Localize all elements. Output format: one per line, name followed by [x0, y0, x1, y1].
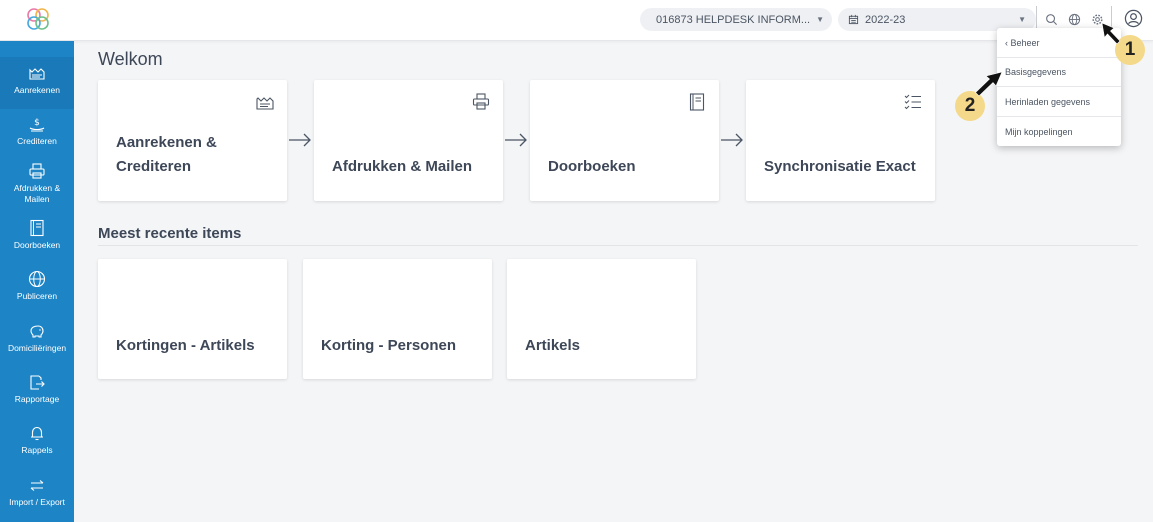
transfer-icon — [27, 475, 47, 495]
card-title: Afdrukken & Mailen — [332, 158, 473, 175]
book-icon — [689, 93, 705, 111]
menu-item-basisgegevens[interactable]: Basisgegevens — [997, 57, 1121, 87]
card-title-line: Aanrekenen & — [116, 134, 217, 151]
menu-item-herinladen-gegevens[interactable]: Herinladen gegevens — [997, 87, 1121, 117]
sidebar-item-label: Publiceren — [16, 291, 58, 301]
card-title: Doorboeken — [548, 158, 636, 175]
logo-icon[interactable] — [25, 6, 51, 32]
company-selector[interactable]: 016873 HELPDESK INFORM... ▼ — [640, 8, 832, 31]
svg-text:$: $ — [34, 118, 40, 128]
chevron-down-icon: ▼ — [1018, 15, 1026, 24]
sidebar-item-label: Afdrukken & Mailen — [14, 183, 60, 205]
card-doorboeken[interactable]: Doorboeken — [530, 80, 719, 201]
arrow-right-icon — [721, 133, 743, 147]
recent-item-korting-personen[interactable]: Korting - Personen — [303, 259, 492, 379]
sidebar-item-rappels[interactable]: Rappels — [0, 417, 74, 469]
sidebar-item-label: Domiciliëringen — [7, 343, 67, 353]
top-bar: 016873 HELPDESK INFORM... ▼ 2022-23 ▼ — [0, 0, 1153, 41]
sidebar-item-aanrekenen[interactable]: Aanrekenen — [0, 57, 74, 109]
pointer-arrow-icon — [1101, 22, 1121, 45]
card-title: Korting - Personen — [321, 337, 457, 354]
sidebar-item-label: Doorboeken — [13, 240, 61, 250]
arrow-right-icon — [505, 133, 527, 147]
globe-icon — [27, 269, 47, 289]
sidebar-item-label: Import / Export — [9, 497, 65, 507]
sidebar-item-afdrukken[interactable]: Afdrukken & Mailen — [0, 155, 74, 207]
printer-icon — [472, 93, 490, 110]
credit-icon: $ — [27, 114, 47, 134]
card-afdrukken-mailen[interactable]: Afdrukken & Mailen — [314, 80, 503, 201]
sidebar: Aanrekenen $ Crediteren Afdrukken & Maile… — [0, 41, 74, 522]
sidebar-item-import-export[interactable]: Import / Export — [0, 469, 74, 521]
recent-item-kortingen-artikels[interactable]: Kortingen - Artikels — [98, 259, 287, 379]
calendar-icon — [848, 14, 859, 25]
page-title: Welkom — [98, 49, 163, 69]
chevron-down-icon: ▼ — [816, 15, 824, 24]
sidebar-item-rapportage[interactable]: Rapportage — [0, 366, 74, 418]
menu-item-mijn-koppelingen[interactable]: Mijn koppelingen — [997, 117, 1121, 147]
invoice-icon — [256, 97, 274, 110]
year-label: 2022-23 — [865, 13, 906, 26]
globe-icon[interactable] — [1065, 10, 1083, 28]
book-icon — [27, 218, 47, 238]
card-synchronisatie-exact[interactable]: Synchronisatie Exact — [746, 80, 935, 201]
checklist-icon — [904, 94, 921, 110]
sidebar-item-crediteren[interactable]: $ Crediteren — [0, 108, 74, 160]
printer-icon — [27, 161, 47, 181]
sidebar-item-publiceren[interactable]: Publiceren — [0, 263, 74, 315]
company-label: 016873 HELPDESK INFORM... — [656, 13, 811, 26]
sidebar-item-doorboeken[interactable]: Doorboeken — [0, 212, 74, 264]
sidebar-item-label: Crediteren — [17, 136, 57, 146]
search-icon[interactable] — [1042, 10, 1060, 28]
sidebar-item-label: Rapportage — [14, 394, 60, 404]
recent-item-artikels[interactable]: Artikels — [507, 259, 696, 379]
card-title: Kortingen - Artikels — [116, 337, 255, 354]
arrow-right-icon — [289, 133, 311, 147]
label-line: Mailen — [24, 194, 50, 204]
report-icon — [27, 372, 47, 392]
card-title: Artikels — [525, 337, 581, 354]
invoice-icon — [27, 63, 47, 83]
card-title: Synchronisatie Exact — [764, 158, 916, 175]
bell-icon — [27, 423, 47, 443]
sidebar-item-domicilieringen[interactable]: Domiciliëringen — [0, 315, 74, 367]
card-aanrekenen-crediteren[interactable]: Aanrekenen & Crediteren — [98, 80, 287, 201]
sidebar-item-label: Aanrekenen — [14, 85, 60, 95]
divider — [98, 245, 1138, 246]
label-line: Afdrukken & — [13, 183, 61, 193]
card-title-line: Crediteren — [116, 158, 192, 175]
sidebar-item-label: Rappels — [21, 445, 53, 455]
piggybank-icon — [27, 321, 47, 341]
pointer-arrow-icon — [975, 71, 1003, 97]
section-title: Meest recente items — [98, 225, 242, 242]
card-title: Aanrekenen & Crediteren — [116, 131, 217, 179]
